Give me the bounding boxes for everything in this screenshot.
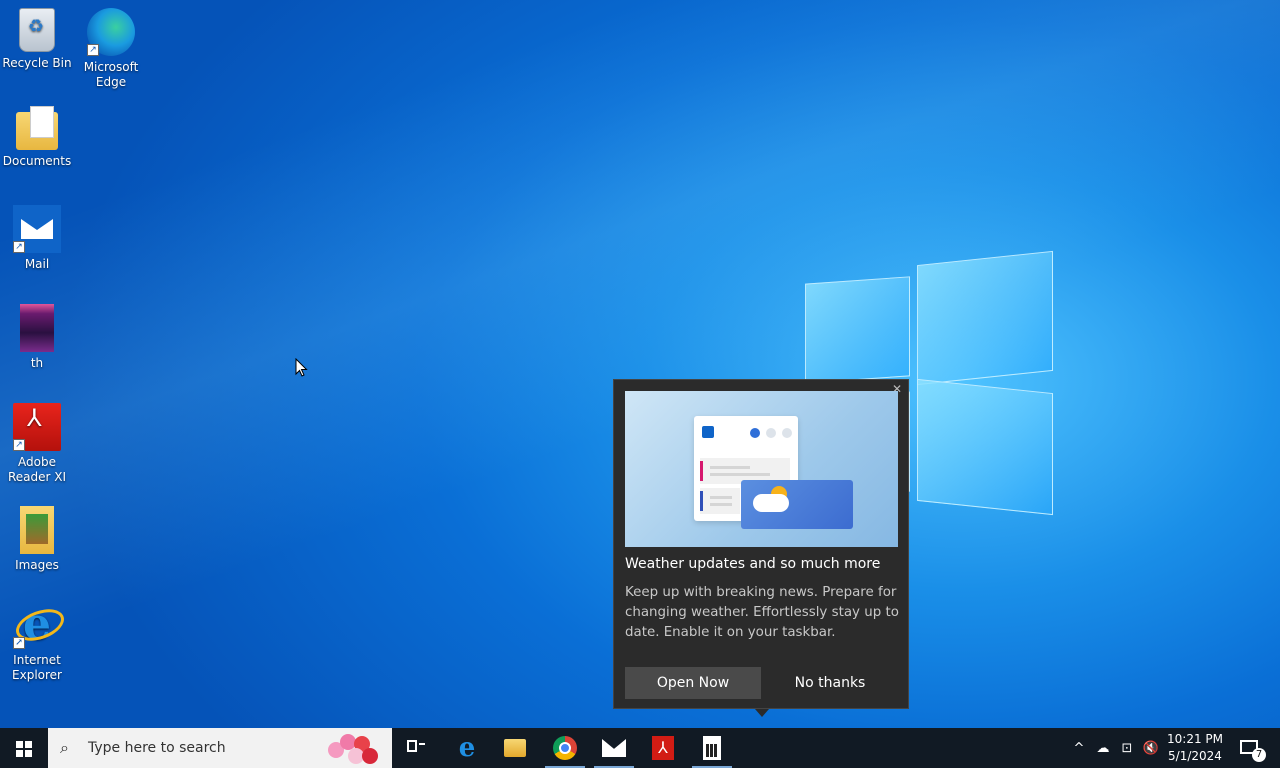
- desktop-icon-label: Recycle Bin: [2, 56, 72, 70]
- adobe-reader-icon: ↗: [13, 403, 61, 451]
- taskbar-chrome-button[interactable]: [541, 728, 589, 768]
- search-placeholder: Type here to search: [88, 740, 226, 756]
- desktop-icon-label: Adobe: [18, 455, 56, 469]
- desktop-icon-label: Edge: [95, 75, 127, 89]
- calculator-icon: [703, 736, 721, 760]
- desktop-icon-internet-explorer[interactable]: e ↗ Internet Explorer: [0, 601, 74, 683]
- desktop-icon-adobe-reader[interactable]: ↗ Adobe Reader XI: [0, 403, 74, 485]
- taskbar-calculator-button[interactable]: [688, 728, 736, 768]
- mail-icon: [602, 739, 626, 757]
- desktop-icon-label: Reader XI: [7, 470, 67, 484]
- notification-count-badge: 7: [1252, 748, 1266, 762]
- adobe-reader-icon: ⅄: [652, 736, 674, 760]
- desktop-icon-label: Documents: [2, 154, 72, 168]
- search-icon: ⌕: [60, 738, 69, 757]
- popup-pointer: [755, 709, 769, 717]
- taskbar-adobe-reader-button[interactable]: ⅄: [639, 728, 687, 768]
- desktop-icon-label: Images: [15, 558, 59, 572]
- desktop-icon-label: Explorer: [12, 668, 62, 682]
- show-hidden-icons-chevron[interactable]: ^: [1068, 728, 1090, 768]
- volume-muted-icon[interactable]: 🔇: [1140, 728, 1162, 768]
- promo-illustration: [625, 391, 898, 547]
- search-box[interactable]: ⌕ Type here to search: [48, 728, 392, 768]
- taskbar: ⌕ Type here to search e ⅄ ^ ☁ ⊡ 🔇 10:21 …: [0, 728, 1280, 768]
- start-button[interactable]: [0, 728, 48, 768]
- desktop-icon-label: Mail: [24, 257, 50, 271]
- task-view-button[interactable]: [392, 728, 440, 768]
- shortcut-arrow-icon: ↗: [13, 637, 25, 649]
- folder-icon: [504, 739, 526, 757]
- image-file-icon: [20, 304, 54, 352]
- desktop-icon-images[interactable]: Images: [0, 506, 74, 573]
- desktop-icon-microsoft-edge[interactable]: ↗ Microsoft Edge: [74, 8, 148, 90]
- shortcut-arrow-icon: ↗: [87, 44, 99, 56]
- task-view-icon: [407, 740, 425, 756]
- popup-title: Weather updates and so much more: [625, 556, 881, 572]
- shortcut-arrow-icon: ↗: [13, 439, 25, 451]
- taskbar-edge-button[interactable]: e: [443, 728, 491, 768]
- desktop-icon-documents[interactable]: Documents: [0, 106, 74, 169]
- action-center-button[interactable]: 7: [1232, 728, 1272, 768]
- windows-icon: [16, 741, 32, 757]
- clock-date: 5/1/2024: [1168, 749, 1222, 763]
- folder-icon: [16, 106, 58, 150]
- onedrive-cloud-icon[interactable]: ☁: [1092, 728, 1114, 768]
- open-now-button[interactable]: Open Now: [625, 667, 761, 699]
- desktop-icon-mail[interactable]: ↗ Mail: [0, 205, 74, 272]
- chrome-icon: [553, 736, 577, 760]
- taskbar-mail-button[interactable]: [590, 728, 638, 768]
- no-thanks-button[interactable]: No thanks: [762, 667, 898, 699]
- desktop-icon-recycle-bin[interactable]: Recycle Bin: [0, 8, 74, 71]
- clock-time: 10:21 PM: [1167, 732, 1223, 746]
- internet-explorer-icon: e ↗: [13, 601, 61, 649]
- desktop-icon-label: th: [30, 356, 44, 370]
- shortcut-arrow-icon: ↗: [13, 241, 25, 253]
- weather-card-illustration: [741, 480, 853, 529]
- edge-icon: ↗: [87, 8, 135, 56]
- taskbar-file-explorer-button[interactable]: [491, 728, 539, 768]
- weather-promo-popup: ✕ Weather updates and so much more Keep …: [613, 379, 909, 709]
- clock[interactable]: 10:21 PM 5/1/2024: [1164, 731, 1226, 765]
- mail-icon: ↗: [13, 205, 61, 253]
- search-highlight-flowers-icon: [324, 730, 380, 766]
- internet-explorer-icon: e: [458, 733, 476, 763]
- popup-body: Keep up with breaking news. Prepare for …: [625, 585, 899, 640]
- network-icon[interactable]: ⊡: [1116, 728, 1138, 768]
- images-folder-icon: [20, 506, 54, 554]
- recycle-bin-icon: [19, 8, 55, 52]
- desktop-icon-th[interactable]: th: [0, 304, 74, 371]
- desktop-icon-label: Microsoft: [83, 60, 139, 74]
- desktop-icon-label: Internet: [13, 653, 61, 667]
